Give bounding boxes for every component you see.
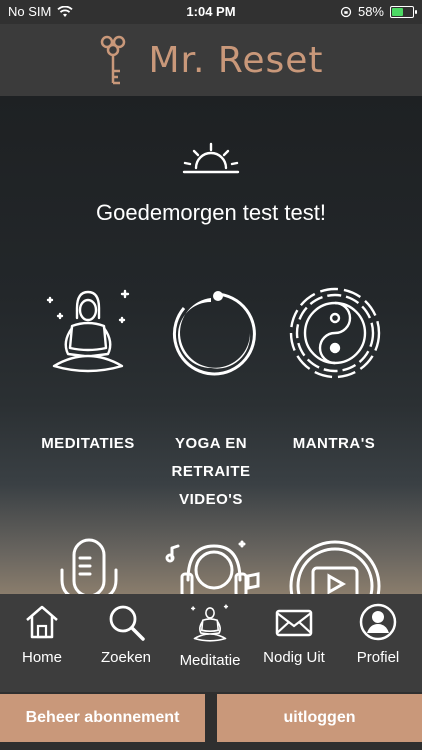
- orientation-lock-icon: [340, 6, 352, 17]
- tab-meditatie-label: Meditatie: [179, 652, 241, 669]
- tile-meditaties-label[interactable]: MEDITATIES: [28, 430, 148, 458]
- tab-home[interactable]: Home: [0, 594, 84, 692]
- tab-search[interactable]: Zoeken: [84, 594, 168, 692]
- logout-button[interactable]: uitloggen: [217, 694, 422, 742]
- sunrise-icon: [182, 142, 240, 174]
- tab-bar: Home Zoeken Meditatie Nodig Uit Profiel: [0, 594, 422, 692]
- tile-label-line: RETRAITE: [171, 463, 251, 480]
- video-play-icon[interactable]: [288, 536, 382, 594]
- profile-icon: [359, 603, 397, 641]
- tab-invite[interactable]: Nodig Uit: [252, 594, 336, 692]
- tile-mantras-label[interactable]: MANTRA'S: [274, 430, 394, 458]
- greeting-text: Goedemorgen test test!: [96, 200, 326, 225]
- tile-label-line: MEDITATIES: [41, 435, 135, 452]
- manage-subscription-button[interactable]: Beheer abonnement: [0, 694, 205, 742]
- app-header: Mr. Reset: [0, 24, 422, 96]
- tab-profile[interactable]: Profiel: [336, 594, 420, 692]
- meditation-tile-icon[interactable]: [40, 286, 136, 378]
- status-bar: No SIM 1:04 PM 58%: [0, 0, 422, 24]
- yin-yang-icon[interactable]: [288, 286, 382, 380]
- enso-circle-icon[interactable]: [164, 286, 258, 380]
- tab-meditatie[interactable]: Meditatie: [168, 594, 252, 692]
- tile-yoga-label[interactable]: YOGA EN RETRAITE VIDEO'S: [151, 430, 271, 514]
- app-title: Mr. Reset: [148, 39, 324, 81]
- tile-label-line: VIDEO'S: [179, 491, 243, 508]
- tab-search-label: Zoeken: [100, 649, 152, 666]
- tab-home-label: Home: [21, 649, 62, 666]
- microphone-icon[interactable]: [56, 536, 122, 594]
- battery-fill: [392, 7, 404, 16]
- tile-label-line: MANTRA'S: [292, 435, 376, 452]
- envelope-icon: [275, 609, 313, 637]
- meditation-icon: [190, 604, 229, 642]
- bottom-actions: Beheer abonnement uitloggen: [0, 692, 422, 750]
- battery-percent: 58%: [357, 4, 384, 19]
- tile-label-line: YOGA EN: [174, 435, 248, 452]
- tab-invite-label: Nodig Uit: [263, 649, 325, 666]
- status-right: 58%: [340, 4, 417, 19]
- key-icon: [101, 35, 126, 85]
- home-icon: [26, 605, 58, 639]
- search-icon: [109, 605, 145, 641]
- battery-icon: [390, 5, 417, 18]
- tab-profile-label: Profiel: [356, 649, 400, 666]
- main-content[interactable]: Goedemorgen test test! MEDITATIES YOGA E…: [0, 96, 422, 594]
- headphones-music-icon[interactable]: [164, 536, 264, 594]
